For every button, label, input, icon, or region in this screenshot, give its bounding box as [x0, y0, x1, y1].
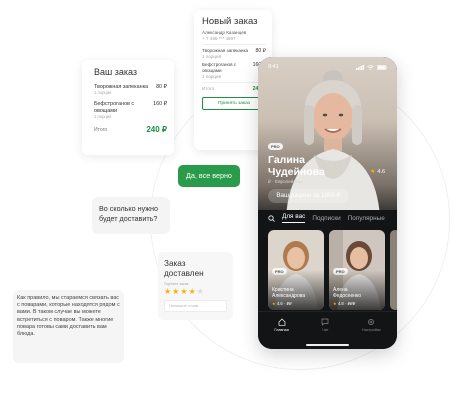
- star-icon[interactable]: ★: [197, 287, 205, 296]
- status-bar: 9:41: [268, 64, 387, 70]
- search-icon[interactable]: [268, 214, 275, 222]
- nav-home-label: Главная: [274, 328, 289, 332]
- status-time: 9:41: [268, 64, 279, 70]
- chef-first-name: Галина: [268, 154, 305, 166]
- ration-button[interactable]: Ваш рацион за 1000 ₽: [268, 189, 349, 203]
- star-icon[interactable]: ★: [164, 287, 172, 296]
- chef-rating: ★ 4.6: [370, 168, 386, 176]
- question-bubble: Во сколько нужно будет доставить?: [92, 197, 170, 234]
- tab-popular[interactable]: Популярные: [348, 215, 385, 222]
- order-item: Бефстроганов с овощами 1 порция 160 ₽: [202, 62, 266, 79]
- divider: [202, 82, 266, 84]
- chef-hero: 9:41 PRO Галина Чудейнова ★ 4.6 ₽ · Евро…: [258, 57, 397, 217]
- nav-settings-label: Настройки: [362, 328, 381, 332]
- divider: [202, 44, 266, 46]
- chef-cuisine: ₽ · Европейская: [268, 179, 303, 184]
- order-item: Творожная запеканка 1 порция 80 ₽: [94, 84, 167, 95]
- chef-name: Галина Чудейнова: [268, 154, 325, 178]
- item-name: Творожная запеканка: [202, 48, 249, 54]
- nav-settings[interactable]: Настройки: [362, 318, 381, 349]
- item-name: Бефстроганов с овощами: [202, 62, 237, 73]
- tab-subscriptions[interactable]: Подписки: [312, 215, 340, 222]
- gear-icon: [368, 319, 375, 325]
- item-qty: 1 порция: [202, 53, 222, 59]
- chef-card-meta: ★ 4.6 · ₽₽: [272, 301, 292, 306]
- rate-label: Оцените заказ: [164, 282, 189, 286]
- order-delivered-card: Заказ доставлен Оцените заказ ★★★★★ Напи…: [158, 252, 233, 320]
- home-indicator: [306, 344, 349, 346]
- pro-badge: PRO: [268, 143, 283, 150]
- rating-stars[interactable]: ★★★★★: [164, 287, 227, 296]
- your-order-title: Ваш заказ: [94, 67, 138, 77]
- star-icon[interactable]: ★: [189, 287, 197, 296]
- new-order-title: Новый заказ: [202, 16, 258, 27]
- item-price: 160 ₽: [153, 101, 167, 108]
- total-value: 240 ₽: [146, 125, 167, 135]
- chef-card-name: Кристина Александрова: [272, 287, 305, 299]
- item-qty: 1 порция: [202, 73, 222, 79]
- item-price: 80 ₽: [255, 48, 266, 55]
- total-row: Итого 240 ₽: [202, 86, 266, 92]
- reply-bubble: Да, все верно: [178, 165, 240, 187]
- star-icon: ★: [272, 301, 276, 306]
- chef-card-meta-text: 4.8 · ₽₽₽: [337, 301, 356, 306]
- battery-icon: [377, 64, 387, 70]
- chef-card[interactable]: [390, 230, 397, 310]
- phone-mockup: 9:41 PRO Галина Чудейнова ★ 4.6 ₽ · Евро…: [258, 57, 397, 349]
- chef-last-name: Чудейнова: [268, 166, 325, 178]
- star-icon[interactable]: ★: [180, 287, 188, 296]
- item-name: Бефстроганов с овощами: [94, 101, 135, 114]
- tab-bar: Для вас Подписки Популярные: [258, 210, 397, 226]
- wifi-icon: [367, 64, 374, 70]
- chef-card-meta: ★ 4.8 · ₽₽₽: [333, 301, 355, 306]
- customer-phone: + 7 495 *** 4897: [202, 35, 236, 41]
- chef-card[interactable]: PRO Алена Федосеенко ★ 4.8 · ₽₽₽: [329, 230, 385, 310]
- total-label: Итого: [202, 86, 215, 92]
- accept-order-button[interactable]: Принять заказ: [202, 97, 266, 111]
- chef-card-last-name: Александрова: [272, 293, 306, 299]
- chef-card[interactable]: PRO Кристина Александрова ★ 4.6 · ₽₽: [268, 230, 324, 310]
- item-qty: 1 порция: [94, 114, 112, 120]
- status-icons: [356, 64, 387, 70]
- nav-home[interactable]: Главная: [274, 318, 289, 349]
- rating-value: 4.6: [377, 168, 386, 175]
- star-icon: ★: [333, 301, 337, 306]
- info-bubble: Как правило, мы стараемся связать вас с …: [13, 290, 124, 363]
- order-item: Творожная запеканка 1 порция 80 ₽: [202, 48, 266, 59]
- delivered-title: Заказ доставлен: [164, 259, 204, 278]
- item-price: 80 ₽: [156, 84, 167, 90]
- your-order-card: Ваш заказ Творожная запеканка 1 порция 8…: [82, 60, 174, 155]
- chat-icon: [322, 318, 329, 326]
- chef-card-last-name: Федосеенко: [333, 293, 362, 299]
- home-icon: [278, 318, 285, 326]
- chef-card-meta-text: 4.6 · ₽₽: [276, 301, 292, 306]
- order-item: Бефстроганов с овощами 1 порция 160 ₽: [94, 101, 167, 119]
- signal-icon: [356, 64, 364, 70]
- star-icon: ★: [370, 169, 376, 175]
- review-input[interactable]: Напишите отзыв: [164, 300, 227, 312]
- tab-for-you[interactable]: Для вас: [282, 213, 306, 223]
- item-qty: 1 порция: [94, 90, 112, 96]
- total-row: Итого 240 ₽: [94, 125, 167, 134]
- chef-card-name: Алена Федосеенко: [333, 287, 361, 299]
- total-label: Итого: [94, 126, 108, 133]
- nav-chat-label: Чат: [322, 328, 329, 332]
